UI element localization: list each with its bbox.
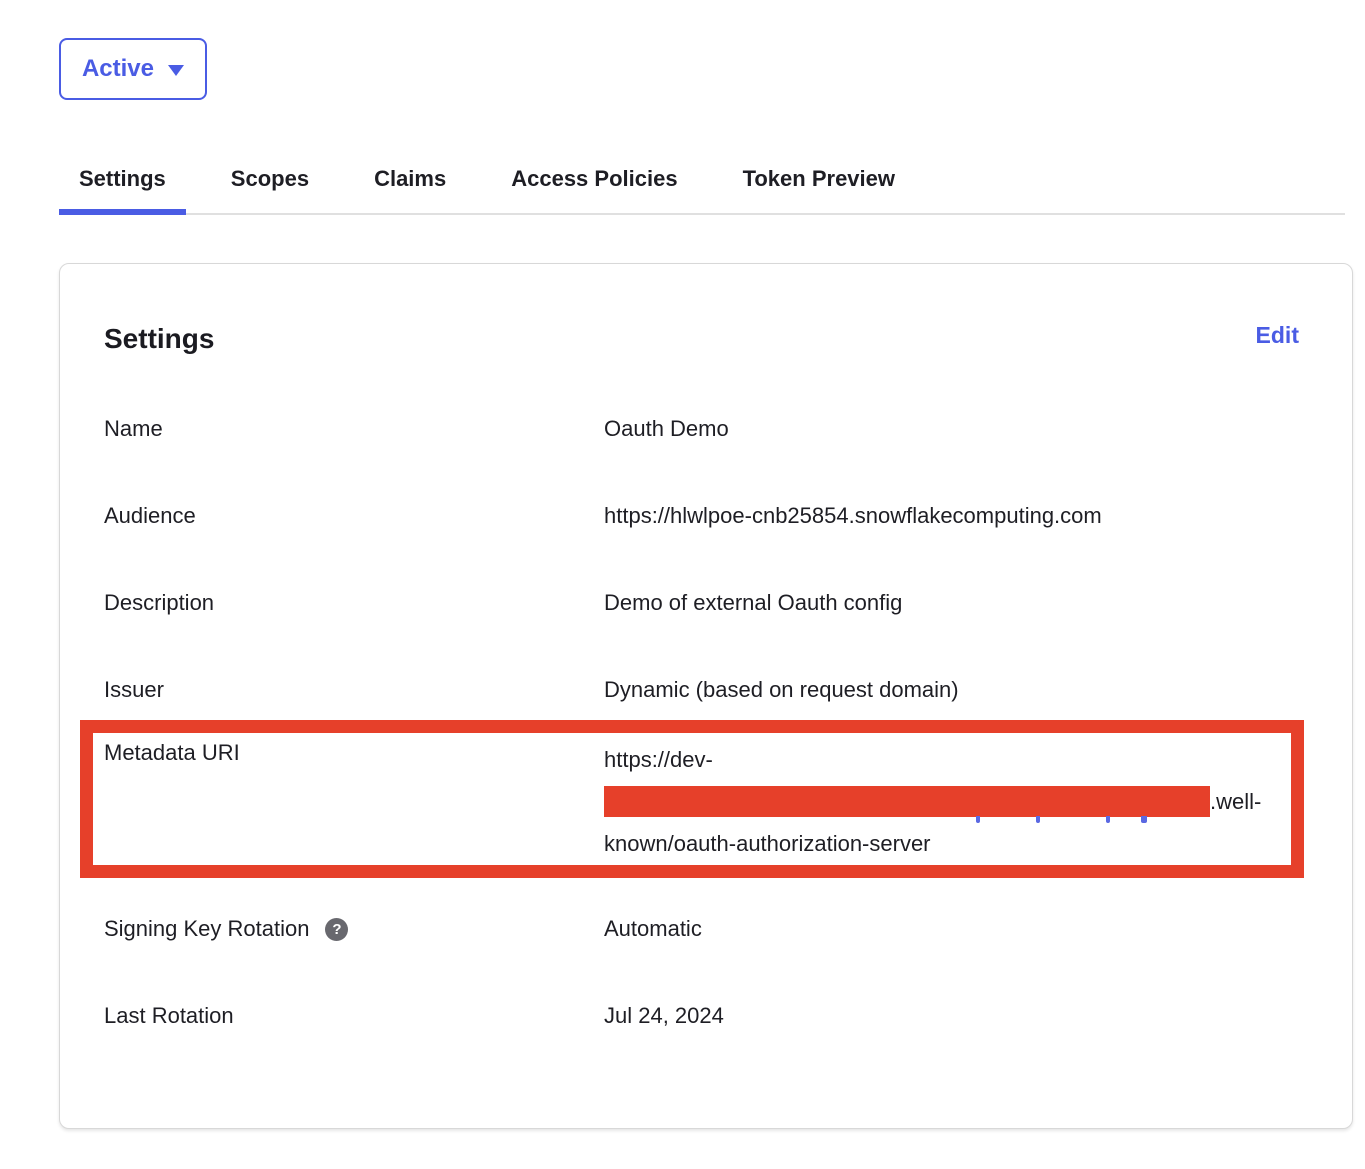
field-row-last-rotation: Last Rotation Jul 24, 2024	[104, 1002, 1299, 1030]
field-value: Oauth Demo	[604, 415, 729, 443]
status-label: Active	[82, 55, 154, 83]
field-label: Name	[104, 415, 604, 443]
metadata-uri-highlight-annotation: Metadata URI https://dev- .well- known/o…	[80, 720, 1304, 878]
field-row-metadata-uri: Metadata URI https://dev- .well- known/o…	[104, 739, 1291, 865]
tab-access-policies[interactable]: Access Policies	[491, 165, 697, 213]
tab-bar: Settings Scopes Claims Access Policies T…	[59, 165, 1345, 215]
settings-card: Settings Edit Name Oauth Demo Audience h…	[59, 263, 1353, 1129]
field-row-description: Description Demo of external Oauth confi…	[104, 589, 1299, 617]
tab-settings[interactable]: Settings	[59, 165, 186, 213]
caret-down-icon	[168, 65, 184, 76]
card-header: Settings Edit	[104, 322, 1299, 356]
field-row-audience: Audience https://hlwlpoe-cnb25854.snowfl…	[104, 502, 1299, 530]
field-value: Demo of external Oauth config	[604, 589, 902, 617]
field-row-signing-key-rotation: Signing Key Rotation ? Automatic	[104, 915, 1299, 943]
field-row-name: Name Oauth Demo	[104, 415, 1299, 443]
metadata-uri-link[interactable]: https://dev- .well- known/oauth-authoriz…	[604, 739, 1261, 865]
field-label: Issuer	[104, 676, 604, 704]
edit-link[interactable]: Edit	[1256, 322, 1299, 349]
question-mark-icon[interactable]: ?	[325, 918, 348, 941]
metadata-uri-line3: known/oauth-authorization-server	[604, 823, 1261, 865]
status-dropdown-button[interactable]: Active	[59, 38, 207, 100]
tab-token-preview[interactable]: Token Preview	[723, 165, 915, 213]
tab-claims[interactable]: Claims	[354, 165, 466, 213]
field-row-issuer: Issuer Dynamic (based on request domain)	[104, 676, 1299, 704]
field-value: Dynamic (based on request domain)	[604, 676, 959, 704]
field-value: Jul 24, 2024	[604, 1002, 724, 1030]
field-value: Automatic	[604, 915, 702, 943]
field-value: https://hlwlpoe-cnb25854.snowflakecomput…	[604, 502, 1102, 530]
field-label: Last Rotation	[104, 1002, 604, 1030]
tab-scopes[interactable]: Scopes	[211, 165, 329, 213]
card-title: Settings	[104, 322, 214, 356]
field-label: Signing Key Rotation ?	[104, 915, 604, 943]
field-label: Description	[104, 589, 604, 617]
field-label: Metadata URI	[104, 739, 604, 865]
redaction-bar	[604, 786, 1210, 817]
field-label-text: Signing Key Rotation	[104, 915, 309, 943]
metadata-uri-line2-suffix: .well-	[1210, 789, 1261, 814]
metadata-uri-line2: .well-	[604, 781, 1261, 823]
field-label: Audience	[104, 502, 604, 530]
page: Active Settings Scopes Claims Access Pol…	[0, 0, 1365, 1129]
metadata-uri-line1: https://dev-	[604, 739, 1261, 781]
